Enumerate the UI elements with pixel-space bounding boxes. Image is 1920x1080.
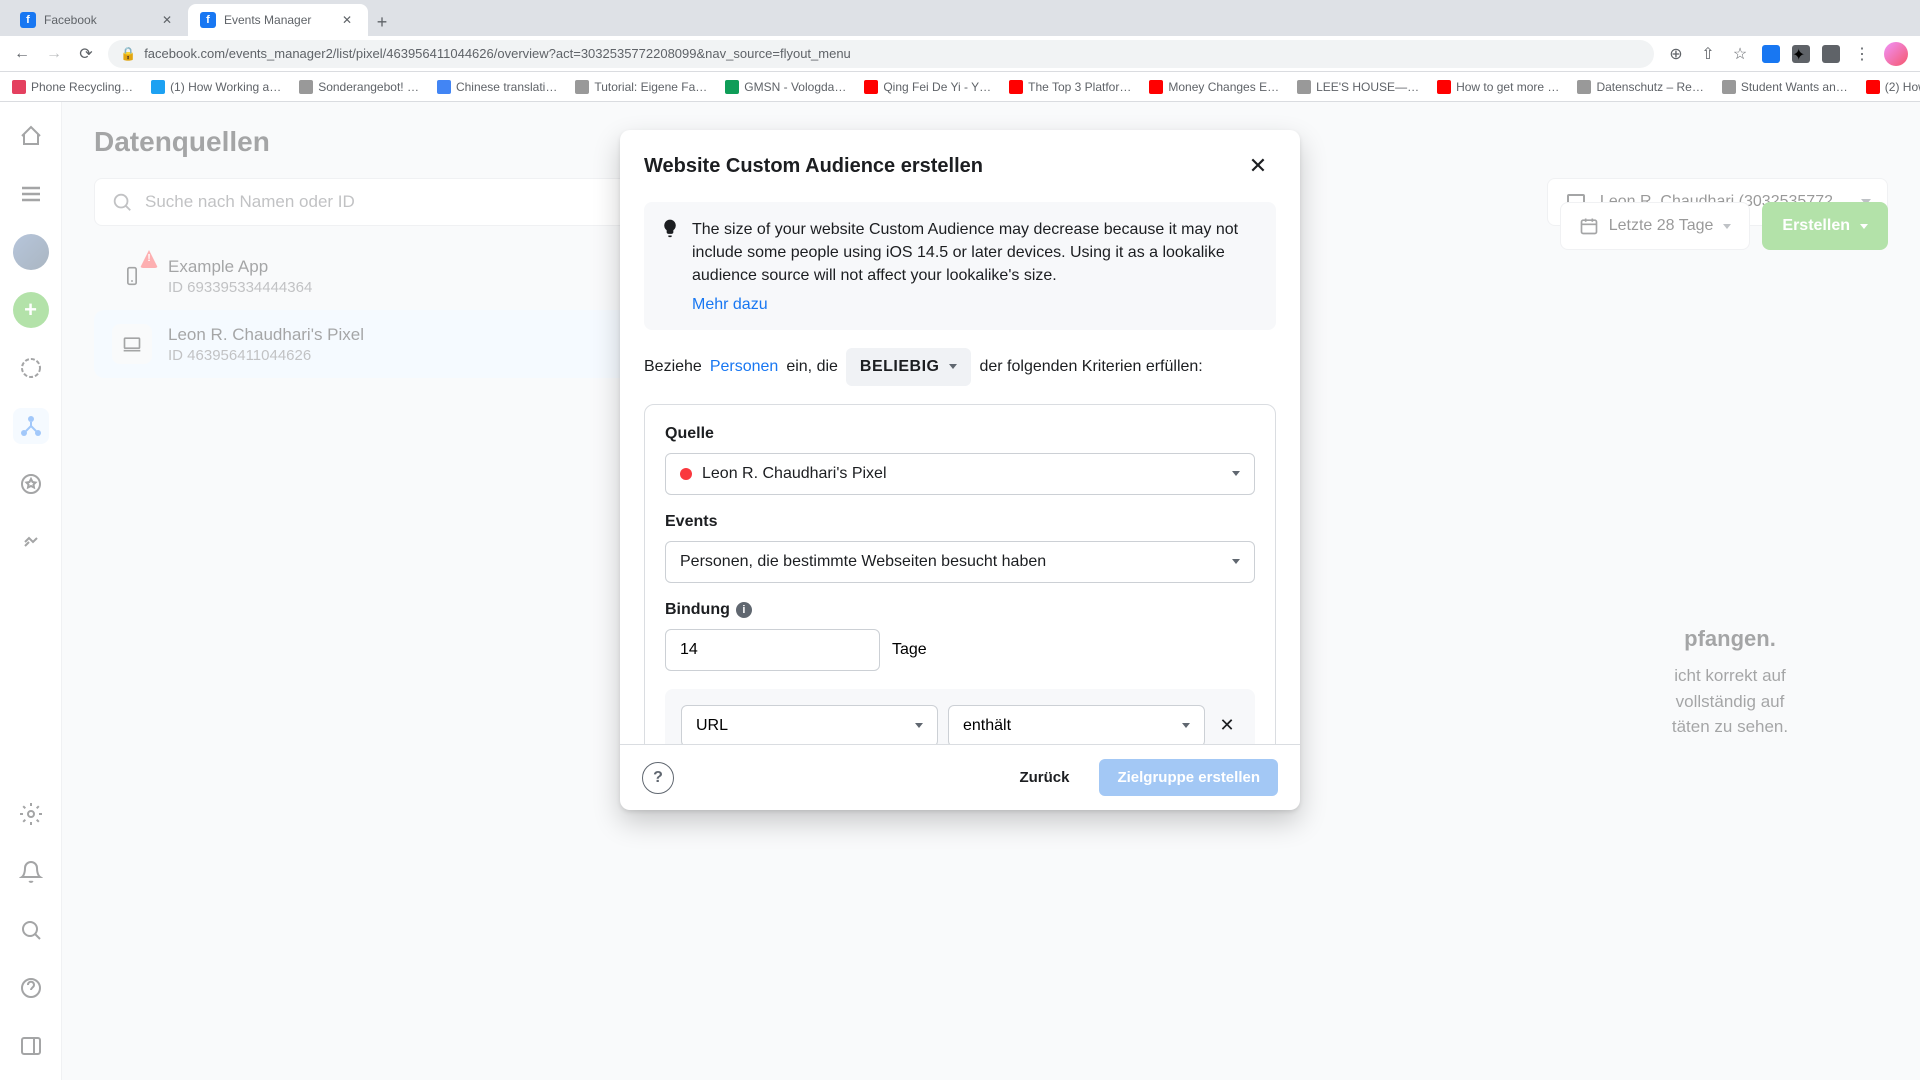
browser-tab-bar: f Facebook ✕ f Events Manager ✕ + xyxy=(0,0,1920,36)
chevron-down-icon xyxy=(1182,723,1190,728)
bookmark-item[interactable]: (1) How Working a… xyxy=(151,80,281,94)
close-button[interactable]: ✕ xyxy=(1240,148,1276,184)
share-icon[interactable]: ⇧ xyxy=(1698,44,1718,64)
events-label: Events xyxy=(665,513,1255,531)
tab-title: Events Manager xyxy=(224,13,311,27)
facebook-icon: f xyxy=(20,12,36,28)
remove-filter-button[interactable]: ✕ xyxy=(1215,714,1239,738)
help-button[interactable]: ? xyxy=(642,762,674,794)
profile-avatar[interactable] xyxy=(1884,42,1908,66)
close-icon[interactable]: ✕ xyxy=(162,13,176,27)
menu-icon[interactable]: ⋮ xyxy=(1852,44,1872,64)
extension-icon[interactable] xyxy=(1822,45,1840,63)
chevron-down-icon xyxy=(1232,559,1240,564)
bookmark-item[interactable]: The Top 3 Platfor… xyxy=(1009,80,1131,94)
bookmark-item[interactable]: Money Changes E… xyxy=(1149,80,1279,94)
bookmark-item[interactable]: GMSN - Vologda… xyxy=(725,80,846,94)
retention-label: Bindung i xyxy=(665,601,1255,619)
close-icon[interactable]: ✕ xyxy=(342,13,356,27)
browser-tab[interactable]: f Facebook ✕ xyxy=(8,4,188,36)
retention-input[interactable] xyxy=(665,629,880,671)
events-select[interactable]: Personen, die bestimmte Webseiten besuch… xyxy=(665,541,1255,583)
criteria-box: Quelle Leon R. Chaudhari's Pixel Events … xyxy=(644,404,1276,744)
chevron-down-icon xyxy=(915,723,923,728)
url-input[interactable]: 🔒 facebook.com/events_manager2/list/pixe… xyxy=(108,40,1654,68)
bookmark-item[interactable]: Datenschutz – Re… xyxy=(1577,80,1703,94)
zoom-icon[interactable]: ⊕ xyxy=(1666,44,1686,64)
bookmark-item[interactable]: Phone Recycling… xyxy=(12,80,133,94)
bookmark-item[interactable]: Qing Fei De Yi - Y… xyxy=(864,80,991,94)
back-button[interactable]: ← xyxy=(12,44,32,64)
chevron-down-icon xyxy=(1232,471,1240,476)
facebook-icon: f xyxy=(200,12,216,28)
match-type-select[interactable]: BELIEBIG xyxy=(846,348,972,386)
reload-button[interactable]: ⟳ xyxy=(76,44,96,64)
bookmarks-bar: Phone Recycling… (1) How Working a… Sond… xyxy=(0,72,1920,102)
info-text: The size of your website Custom Audience… xyxy=(692,218,1260,288)
bookmark-item[interactable]: Tutorial: Eigene Fa… xyxy=(575,80,707,94)
status-dot xyxy=(680,468,692,480)
bookmark-item[interactable]: Chinese translati… xyxy=(437,80,557,94)
lightbulb-icon xyxy=(660,218,680,238)
chevron-down-icon xyxy=(949,364,957,369)
learn-more-link[interactable]: Mehr dazu xyxy=(692,296,768,314)
criteria-row: Beziehe Personen ein, die BELIEBIG der f… xyxy=(644,348,1276,386)
modal-overlay: Website Custom Audience erstellen ✕ The … xyxy=(0,102,1920,1080)
star-icon[interactable]: ☆ xyxy=(1730,44,1750,64)
url-text: facebook.com/events_manager2/list/pixel/… xyxy=(144,46,851,61)
retention-unit: Tage xyxy=(892,641,927,659)
lock-icon: 🔒 xyxy=(120,46,136,62)
filter-operator-select[interactable]: enthält xyxy=(948,705,1205,744)
modal-title: Website Custom Audience erstellen xyxy=(644,155,983,178)
bookmark-item[interactable]: How to get more … xyxy=(1437,80,1559,94)
browser-tab[interactable]: f Events Manager ✕ xyxy=(188,4,368,36)
source-select[interactable]: Leon R. Chaudhari's Pixel xyxy=(665,453,1255,495)
address-bar: ← → ⟳ 🔒 facebook.com/events_manager2/lis… xyxy=(0,36,1920,72)
info-icon[interactable]: i xyxy=(736,602,752,618)
forward-button[interactable]: → xyxy=(44,44,64,64)
bookmark-item[interactable]: LEE'S HOUSE—… xyxy=(1297,80,1419,94)
filter-field-select[interactable]: URL xyxy=(681,705,938,744)
info-box: The size of your website Custom Audience… xyxy=(644,202,1276,330)
create-audience-button[interactable]: Zielgruppe erstellen xyxy=(1099,759,1278,796)
modal: Website Custom Audience erstellen ✕ The … xyxy=(620,130,1300,810)
back-button[interactable]: Zurück xyxy=(1001,759,1087,796)
new-tab-button[interactable]: + xyxy=(368,8,396,36)
tab-title: Facebook xyxy=(44,13,97,27)
bookmark-item[interactable]: (2) How To Add A… xyxy=(1866,80,1920,94)
extension-icon[interactable] xyxy=(1762,45,1780,63)
source-label: Quelle xyxy=(665,425,1255,443)
filter-box: URL enthält ✕ www.e xyxy=(665,689,1255,744)
bookmark-item[interactable]: Sonderangebot! … xyxy=(299,80,419,94)
extension-icon[interactable]: ✦ xyxy=(1792,45,1810,63)
persons-link[interactable]: Personen xyxy=(710,358,779,376)
bookmark-item[interactable]: Student Wants an… xyxy=(1722,80,1848,94)
